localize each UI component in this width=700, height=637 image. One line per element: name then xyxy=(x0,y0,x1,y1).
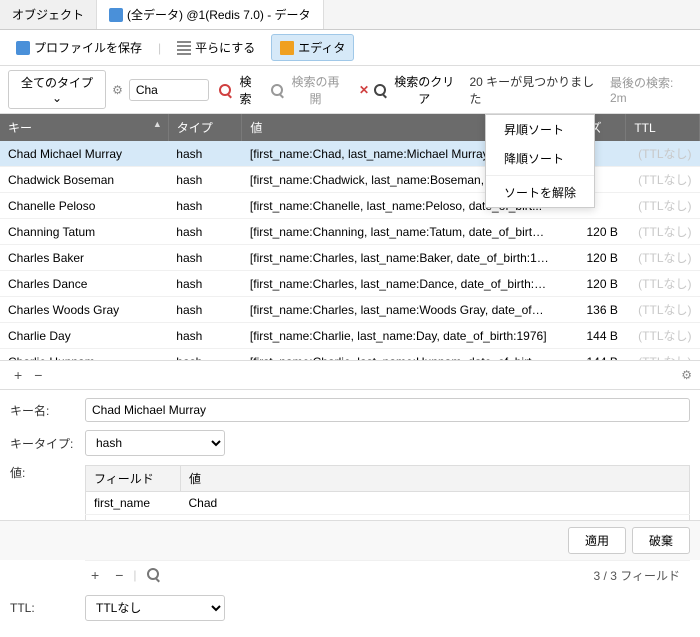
db-icon xyxy=(109,8,123,22)
table-row[interactable]: Channing Tatumhash[first_name:Channing, … xyxy=(0,219,700,245)
gear-icon[interactable]: ⚙ xyxy=(681,368,692,382)
table-row[interactable]: Charlie Hunnamhash[first_name:Charlie, l… xyxy=(0,349,700,361)
save-profile-button[interactable]: プロファイルを保存 xyxy=(8,35,150,60)
search-input[interactable] xyxy=(129,79,209,101)
discard-button[interactable]: 破棄 xyxy=(632,527,690,554)
chevron-down-icon: ⌄ xyxy=(52,91,62,105)
field-count: 3 / 3 フィールド xyxy=(594,567,680,584)
field-header-value[interactable]: 値 xyxy=(181,466,690,492)
menu-sort-asc[interactable]: 昇順ソート xyxy=(486,115,594,144)
field-toolbar: + − | 3 / 3 フィールド xyxy=(85,561,690,589)
menu-sort-desc[interactable]: 降順ソート xyxy=(486,144,594,173)
research-icon xyxy=(271,84,283,96)
field-row[interactable]: first_nameChad xyxy=(86,492,690,515)
sort-context-menu: 昇順ソート 降順ソート ソートを解除 xyxy=(485,114,595,208)
field-search-button[interactable] xyxy=(141,565,165,585)
table-row[interactable]: Charles Woods Grayhash[first_name:Charle… xyxy=(0,297,700,323)
last-search-label: 最後の検索: 2m xyxy=(610,74,692,105)
tab-bar: オブジェクト (全データ) @1(Redis 7.0) - データ xyxy=(0,0,700,30)
clear-search-button[interactable]: ✕検索のクリア xyxy=(355,71,463,109)
toolbar: プロファイルを保存 | 平らにする エディタ xyxy=(0,30,700,66)
tab-objects[interactable]: オブジェクト xyxy=(0,0,97,29)
flatten-button[interactable]: 平らにする xyxy=(169,35,263,60)
add-field-button[interactable]: + xyxy=(85,565,105,585)
save-icon xyxy=(16,41,30,55)
clear-x-icon: ✕ xyxy=(359,83,369,97)
search-button[interactable]: 検索 xyxy=(215,71,261,109)
tab-label: オブジェクト xyxy=(12,6,84,23)
search-icon xyxy=(147,568,159,580)
edit-icon xyxy=(280,41,294,55)
table-row[interactable]: Charles Bakerhash[first_name:Charles, la… xyxy=(0,245,700,271)
value-label: 値: xyxy=(10,464,85,481)
key-name-input[interactable] xyxy=(85,398,690,422)
flatten-icon xyxy=(177,41,191,55)
field-header-name[interactable]: フィールド xyxy=(86,466,181,492)
menu-sort-clear[interactable]: ソートを解除 xyxy=(486,178,594,207)
col-header-ttl[interactable]: TTL xyxy=(626,114,700,141)
search-result-count: 20 キーが見つかりました xyxy=(469,73,604,107)
key-name-label: キー名: xyxy=(10,402,85,419)
tab-label: (全データ) @1(Redis 7.0) - データ xyxy=(127,6,311,23)
search-icon xyxy=(219,84,231,96)
search-icon xyxy=(374,84,386,96)
footer: 適用 破棄 xyxy=(0,520,700,560)
add-row-button[interactable]: + xyxy=(8,365,28,385)
gear-icon[interactable]: ⚙ xyxy=(112,83,123,97)
table-row[interactable]: Charles Dancehash[first_name:Charles, la… xyxy=(0,271,700,297)
apply-button[interactable]: 適用 xyxy=(568,527,626,554)
search-bar: 全てのタイプ ⌄ ⚙ 検索 検索の再開 ✕検索のクリア 20 キーが見つかりまし… xyxy=(0,66,700,114)
type-filter-dropdown[interactable]: 全てのタイプ ⌄ xyxy=(8,70,106,109)
col-header-key[interactable]: キー▲ xyxy=(0,114,168,141)
table-row[interactable]: Charlie Dayhash[first_name:Charlie, last… xyxy=(0,323,700,349)
research-button[interactable]: 検索の再開 xyxy=(267,71,349,109)
row-toolbar: + − ⚙ xyxy=(0,360,700,390)
remove-row-button[interactable]: − xyxy=(28,365,48,385)
editor-button[interactable]: エディタ xyxy=(271,34,354,61)
data-table-container: キー▲ タイプ 値 サイズ TTL Chad Michael Murrayhas… xyxy=(0,114,700,360)
col-header-type[interactable]: タイプ xyxy=(168,114,242,141)
sort-asc-icon: ▲ xyxy=(153,119,162,129)
remove-field-button[interactable]: − xyxy=(109,565,129,585)
ttl-label: TTL: xyxy=(10,601,85,615)
detail-panel: キー名: キータイプ: hash 値: フィールド 値 first_nameCh… xyxy=(0,390,700,637)
key-type-label: キータイプ: xyxy=(10,435,85,452)
tab-data[interactable]: (全データ) @1(Redis 7.0) - データ xyxy=(97,0,324,29)
ttl-select[interactable]: TTLなし xyxy=(85,595,225,621)
key-type-select[interactable]: hash xyxy=(85,430,225,456)
